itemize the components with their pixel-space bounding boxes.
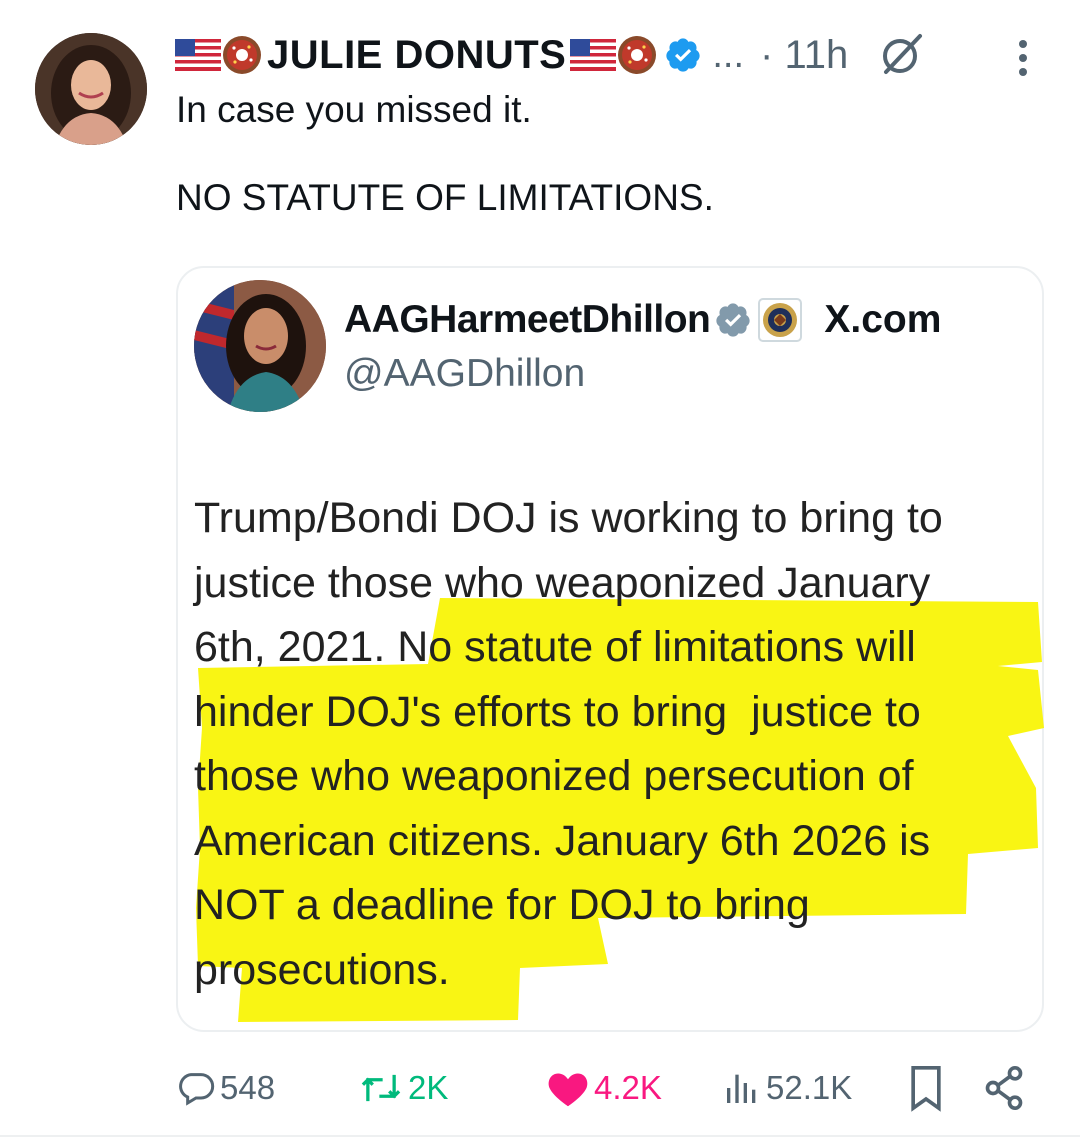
- grok-icon[interactable]: [876, 30, 926, 80]
- reply-count: 548: [220, 1069, 276, 1106]
- post-time[interactable]: · 11h: [760, 33, 848, 78]
- divider: [0, 1135, 1080, 1137]
- action-bar: 548 2K 4.2K 52.1K: [0, 1060, 1080, 1120]
- views-icon: [727, 1074, 756, 1103]
- us-flag-icon: [175, 39, 221, 71]
- repost-count: 2K: [408, 1069, 449, 1106]
- author-avatar[interactable]: [35, 33, 147, 145]
- repost-button[interactable]: 2K: [358, 1060, 448, 1116]
- author-name[interactable]: JULIE DONUTS: [267, 33, 566, 78]
- donut-icon: [616, 34, 658, 76]
- more-options-icon[interactable]: [1010, 38, 1036, 78]
- verified-badge-icon: [664, 36, 702, 74]
- share-icon: [985, 1066, 1023, 1110]
- views-count: 52.1K: [766, 1069, 853, 1106]
- like-count: 4.2K: [594, 1069, 662, 1106]
- like-button[interactable]: 4.2K: [546, 1060, 662, 1116]
- reply-icon: [179, 1073, 215, 1106]
- bookmark-button[interactable]: [904, 1060, 952, 1116]
- like-icon: [548, 1073, 588, 1107]
- us-flag-icon: [570, 39, 617, 71]
- name-truncation: ...: [712, 33, 745, 76]
- repost-icon: [361, 1074, 401, 1102]
- quoted-tweet[interactable]: AAGHarmeetDhillon X.com @AAGDhillon Trum…: [176, 266, 1044, 1032]
- share-button[interactable]: [982, 1060, 1030, 1116]
- views-button[interactable]: 52.1K: [722, 1060, 852, 1116]
- tweet-text: In case you missed it. NO STATUTE OF LIM…: [176, 89, 714, 218]
- quoted-body-text: Trump/Bondi DOJ is working to bring to j…: [194, 494, 943, 994]
- bookmark-icon: [911, 1066, 941, 1112]
- tweet-header: JULIE DONUTS ... · 11h: [175, 30, 926, 80]
- donut-icon: [221, 34, 263, 76]
- reply-button[interactable]: 548: [176, 1060, 275, 1116]
